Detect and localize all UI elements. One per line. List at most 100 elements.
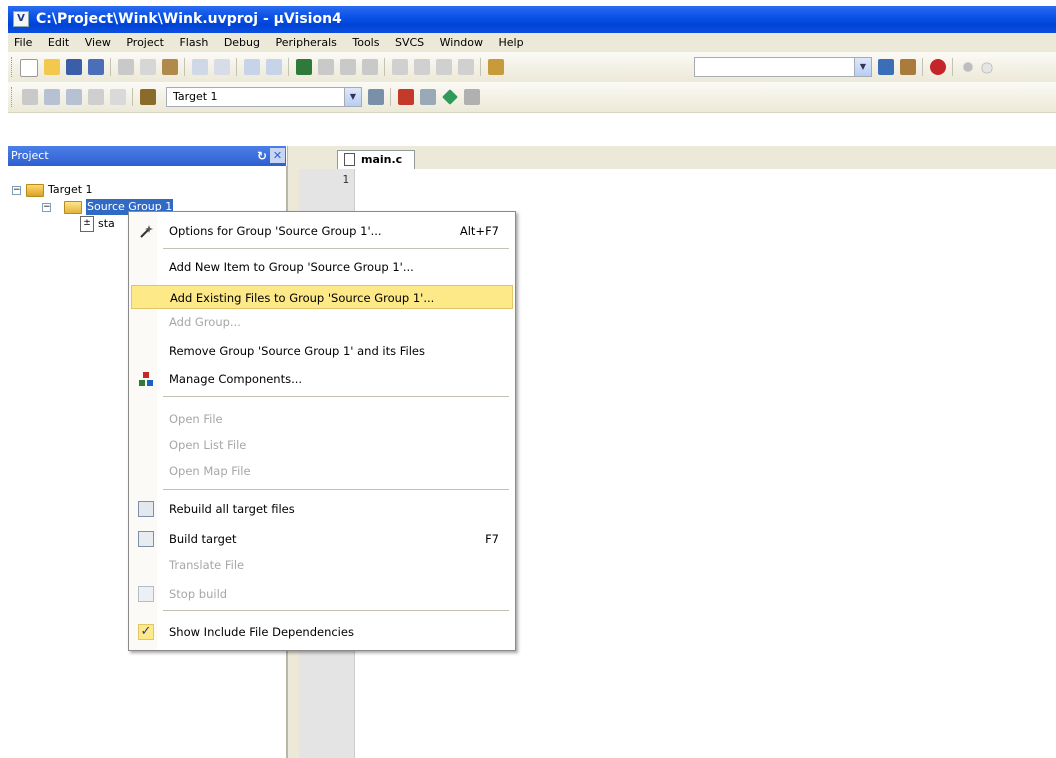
breakpoint-icon[interactable] bbox=[963, 62, 973, 72]
file-icon bbox=[344, 153, 355, 166]
copy-icon[interactable] bbox=[140, 59, 156, 75]
open-folder-icon[interactable] bbox=[44, 59, 60, 75]
build-icon bbox=[138, 531, 154, 547]
menu-separator bbox=[163, 248, 509, 249]
translate-icon[interactable] bbox=[22, 89, 38, 105]
chevron-down-icon[interactable]: ▼ bbox=[854, 58, 871, 76]
menu-item-add-new-item[interactable]: Add New Item to Group 'Source Group 1'..… bbox=[131, 255, 513, 279]
manage-rte-icon[interactable] bbox=[442, 89, 458, 105]
unindent-icon[interactable] bbox=[414, 59, 430, 75]
paste-icon[interactable] bbox=[162, 59, 178, 75]
menu-item-open-list-file[interactable]: Open List File bbox=[131, 433, 513, 457]
disable-breakpoint-icon[interactable] bbox=[981, 62, 993, 74]
pin-icon[interactable]: ↻ bbox=[254, 148, 270, 164]
tree-label-file: sta bbox=[98, 217, 115, 230]
indent-icon[interactable] bbox=[392, 59, 408, 75]
toolbar-grip[interactable] bbox=[11, 57, 15, 77]
target-select[interactable]: Target 1 ▼ bbox=[166, 87, 362, 107]
menu-item-rebuild-all[interactable]: Rebuild all target files bbox=[131, 497, 513, 521]
toolbar-separator bbox=[236, 58, 237, 76]
cut-icon[interactable] bbox=[118, 59, 134, 75]
menu-item-build-target[interactable]: Build target F7 bbox=[131, 527, 513, 551]
manage-components-icon bbox=[138, 371, 154, 387]
pack-installer-icon[interactable] bbox=[464, 89, 480, 105]
find-icon[interactable] bbox=[878, 59, 894, 75]
toolbar-separator bbox=[480, 58, 481, 76]
find-in-files-icon[interactable] bbox=[488, 59, 504, 75]
editor-tab-bar: main.c bbox=[299, 146, 1056, 169]
menu-tools[interactable]: Tools bbox=[346, 33, 385, 52]
menu-item-options-for-group[interactable]: Options for Group 'Source Group 1'... Al… bbox=[131, 219, 513, 243]
menu-project[interactable]: Project bbox=[120, 33, 170, 52]
folder-icon bbox=[64, 201, 82, 214]
clear-bookmarks-icon[interactable] bbox=[362, 59, 378, 75]
menu-item-remove-group[interactable]: Remove Group 'Source Group 1' and its Fi… bbox=[131, 339, 513, 363]
collapse-icon[interactable]: − bbox=[12, 186, 21, 195]
close-icon[interactable]: ✕ bbox=[270, 148, 285, 163]
navigate-forward-icon[interactable] bbox=[266, 59, 282, 75]
menu-item-manage-components[interactable]: Manage Components... bbox=[131, 367, 513, 391]
bookmark-icon[interactable] bbox=[296, 59, 312, 75]
target-options-icon[interactable] bbox=[368, 89, 384, 105]
comment-icon[interactable] bbox=[436, 59, 452, 75]
menu-window[interactable]: Window bbox=[434, 33, 489, 52]
find-combo[interactable]: ▼ bbox=[694, 57, 872, 77]
prev-bookmark-icon[interactable] bbox=[318, 59, 334, 75]
menu-help[interactable]: Help bbox=[493, 33, 530, 52]
navigate-back-icon[interactable] bbox=[244, 59, 260, 75]
menu-flash[interactable]: Flash bbox=[173, 33, 214, 52]
select-packs-icon[interactable] bbox=[420, 89, 436, 105]
download-icon[interactable] bbox=[140, 89, 156, 105]
next-bookmark-icon[interactable] bbox=[340, 59, 356, 75]
stop-build-icon[interactable] bbox=[110, 89, 126, 105]
toolbar-separator bbox=[922, 58, 923, 76]
menu-item-shortcut: F7 bbox=[485, 532, 499, 546]
menu-item-label: Remove Group 'Source Group 1' and its Fi… bbox=[169, 344, 425, 358]
save-all-icon[interactable] bbox=[88, 59, 104, 75]
batch-build-icon[interactable] bbox=[88, 89, 104, 105]
menu-peripherals[interactable]: Peripherals bbox=[270, 33, 343, 52]
menu-debug[interactable]: Debug bbox=[218, 33, 266, 52]
menu-item-label: Translate File bbox=[169, 558, 245, 572]
menu-item-translate-file[interactable]: Translate File bbox=[131, 553, 513, 577]
uncomment-icon[interactable] bbox=[458, 59, 474, 75]
incremental-find-icon[interactable] bbox=[900, 59, 916, 75]
debug-session-icon[interactable] bbox=[930, 59, 946, 75]
toolbar-grip[interactable] bbox=[11, 87, 15, 107]
save-icon[interactable] bbox=[66, 59, 82, 75]
file-toolbar: ▼ bbox=[8, 52, 1056, 83]
menu-file[interactable]: File bbox=[8, 33, 38, 52]
target-select-value: Target 1 bbox=[173, 90, 218, 103]
wand-icon bbox=[138, 223, 154, 239]
target-icon bbox=[26, 184, 44, 197]
menu-item-label: Add New Item to Group 'Source Group 1'..… bbox=[169, 260, 414, 274]
undo-icon[interactable] bbox=[192, 59, 208, 75]
collapse-icon[interactable]: − bbox=[42, 203, 51, 212]
context-menu: Options for Group 'Source Group 1'... Al… bbox=[128, 211, 516, 651]
menu-svcs[interactable]: SVCS bbox=[389, 33, 430, 52]
menu-item-label: Build target bbox=[169, 532, 237, 546]
build-icon[interactable] bbox=[44, 89, 60, 105]
file-icon: ± bbox=[80, 216, 94, 232]
toolbar-separator bbox=[384, 58, 385, 76]
redo-icon[interactable] bbox=[214, 59, 230, 75]
chevron-down-icon[interactable]: ▼ bbox=[344, 88, 361, 106]
rebuild-icon[interactable] bbox=[66, 89, 82, 105]
build-toolbar: Target 1 ▼ bbox=[8, 82, 1056, 113]
menu-item-add-group[interactable]: Add Group... bbox=[131, 310, 513, 334]
stop-build-icon bbox=[138, 586, 154, 602]
new-file-icon[interactable] bbox=[20, 59, 38, 77]
toolbar-separator bbox=[390, 88, 391, 106]
menu-item-open-map-file[interactable]: Open Map File bbox=[131, 459, 513, 483]
toolbar-separator bbox=[132, 88, 133, 106]
tab-main-c[interactable]: main.c bbox=[337, 150, 415, 169]
menu-item-show-include-deps[interactable]: ✓ Show Include File Dependencies bbox=[131, 620, 513, 644]
menu-item-stop-build[interactable]: Stop build bbox=[131, 582, 513, 606]
menu-separator bbox=[163, 489, 509, 490]
menu-view[interactable]: View bbox=[79, 33, 117, 52]
menu-item-open-file[interactable]: Open File bbox=[131, 407, 513, 431]
uvision-app-icon[interactable]: V bbox=[13, 11, 29, 27]
menu-item-add-existing-files[interactable]: Add Existing Files to Group 'Source Grou… bbox=[131, 285, 513, 309]
menu-edit[interactable]: Edit bbox=[42, 33, 75, 52]
manage-components-icon[interactable] bbox=[398, 89, 414, 105]
